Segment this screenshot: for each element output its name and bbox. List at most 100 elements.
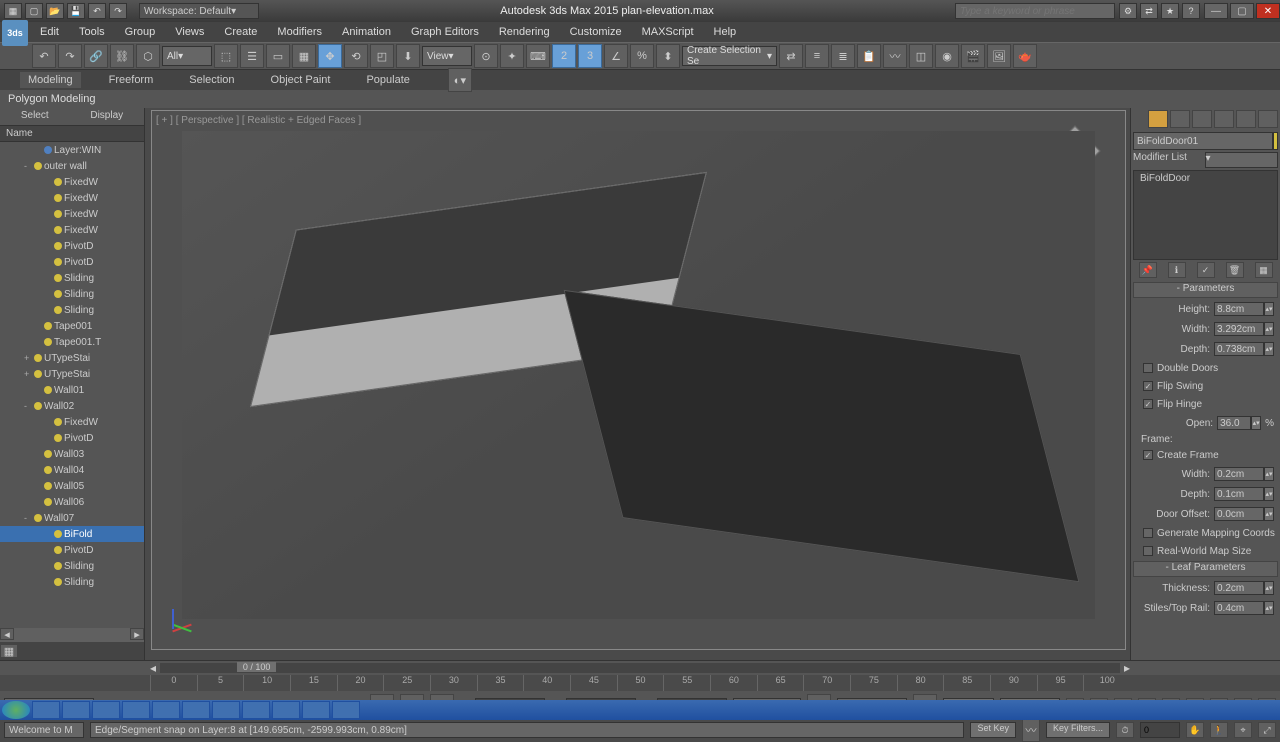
rollout-leaf-params[interactable]: - Leaf Parameters bbox=[1133, 561, 1278, 577]
tree-item[interactable]: Sliding bbox=[0, 574, 144, 590]
exchange-icon[interactable]: ⇄ bbox=[1140, 3, 1158, 19]
tree-item[interactable]: BiFold bbox=[0, 526, 144, 542]
menu-rendering[interactable]: Rendering bbox=[489, 26, 560, 38]
panel-tab-hierarchy[interactable] bbox=[1192, 110, 1212, 128]
explorer-tab-display[interactable]: Display bbox=[82, 108, 131, 125]
walk-button[interactable]: 🚶 bbox=[1210, 722, 1228, 738]
tree-item[interactable]: Layer:WIN bbox=[0, 142, 144, 158]
select-name-button[interactable]: ☰ bbox=[240, 44, 264, 68]
undo-icon[interactable]: ↶ bbox=[88, 3, 106, 19]
key-filters-button[interactable]: Key Filters... bbox=[1046, 722, 1110, 738]
selection-filter[interactable]: All ▾ bbox=[162, 46, 212, 66]
ribbon-tab-freeform[interactable]: Freeform bbox=[101, 72, 162, 88]
taskbar-icon[interactable] bbox=[332, 701, 360, 719]
gen-map-checkbox[interactable] bbox=[1143, 528, 1153, 538]
spinner-snap-button[interactable]: ⬍ bbox=[656, 44, 680, 68]
thickness-input[interactable] bbox=[1214, 581, 1264, 595]
menu-modifiers[interactable]: Modifiers bbox=[267, 26, 332, 38]
layers-button[interactable]: ≣ bbox=[831, 44, 855, 68]
tree-item[interactable]: +UTypeStai bbox=[0, 350, 144, 366]
percent-snap-button[interactable]: % bbox=[630, 44, 654, 68]
modifier-stack[interactable]: BiFoldDoor bbox=[1133, 170, 1278, 260]
tree-item[interactable]: FixedW bbox=[0, 174, 144, 190]
application-button[interactable]: 3ds bbox=[2, 20, 28, 46]
select-button[interactable]: ⬚ bbox=[214, 44, 238, 68]
modifier-list-dropdown[interactable]: ▾ bbox=[1205, 152, 1279, 168]
schematic-button[interactable]: ◫ bbox=[909, 44, 933, 68]
flip-hinge-checkbox[interactable]: ✓ bbox=[1143, 399, 1153, 409]
create-frame-checkbox[interactable]: ✓ bbox=[1143, 450, 1153, 460]
rotate-button[interactable]: ⟲ bbox=[344, 44, 368, 68]
redo-icon[interactable]: ↷ bbox=[109, 3, 127, 19]
set-key-button[interactable]: Set Key bbox=[970, 722, 1016, 738]
signin-icon[interactable]: ⚙ bbox=[1119, 3, 1137, 19]
new-icon[interactable]: ▢ bbox=[25, 3, 43, 19]
depth-input[interactable] bbox=[1214, 342, 1264, 356]
door-offset-spinner[interactable]: ▴▾ bbox=[1264, 507, 1274, 521]
snap-3d-button[interactable]: 3 bbox=[578, 44, 602, 68]
tree-item[interactable]: PivotD bbox=[0, 430, 144, 446]
ribbon-tab-modeling[interactable]: Modeling bbox=[20, 72, 81, 88]
open-icon[interactable]: 📂 bbox=[46, 3, 64, 19]
named-sel-set[interactable]: Create Selection Se ▾ bbox=[682, 46, 777, 66]
minimize-button[interactable]: — bbox=[1204, 3, 1228, 19]
render-setup-button[interactable]: 🎬 bbox=[961, 44, 985, 68]
show-end-button[interactable]: ℹ bbox=[1168, 262, 1186, 278]
taskbar-icon[interactable] bbox=[122, 701, 150, 719]
current-frame-input[interactable] bbox=[1140, 722, 1180, 738]
tree-item[interactable]: +UTypeStai bbox=[0, 366, 144, 382]
tree-item[interactable]: -Wall07 bbox=[0, 510, 144, 526]
close-button[interactable]: ✕ bbox=[1256, 3, 1280, 19]
flip-swing-checkbox[interactable]: ✓ bbox=[1143, 381, 1153, 391]
tree-item[interactable]: Tape001.T bbox=[0, 334, 144, 350]
menu-create[interactable]: Create bbox=[214, 26, 267, 38]
tree-item[interactable]: Sliding bbox=[0, 558, 144, 574]
scene-explorer-button[interactable]: 📋 bbox=[857, 44, 881, 68]
width-spinner[interactable]: ▴▾ bbox=[1264, 322, 1274, 336]
window-crossing-button[interactable]: ▦ bbox=[292, 44, 316, 68]
favorite-icon[interactable]: ★ bbox=[1161, 3, 1179, 19]
maxscript-prompt[interactable]: Welcome to M bbox=[4, 722, 84, 738]
app-menu-icon[interactable]: ▦ bbox=[4, 3, 22, 19]
panel-tab-motion[interactable] bbox=[1214, 110, 1234, 128]
unique-button[interactable]: ✓ bbox=[1197, 262, 1215, 278]
menu-views[interactable]: Views bbox=[165, 26, 214, 38]
panel-tab-modify[interactable] bbox=[1170, 110, 1190, 128]
tree-item[interactable]: FixedW bbox=[0, 206, 144, 222]
workspace-selector[interactable]: Workspace: Default ▾ bbox=[139, 3, 259, 19]
tree-item[interactable]: PivotD bbox=[0, 542, 144, 558]
start-button[interactable] bbox=[2, 701, 30, 719]
scene-tree[interactable]: Layer:WIN-outer wallFixedWFixedWFixedWFi… bbox=[0, 142, 144, 628]
key-mode-button[interactable]: 〰 bbox=[1022, 718, 1040, 742]
tree-item[interactable]: -Wall02 bbox=[0, 398, 144, 414]
time-slider[interactable]: ◂ 0 / 100 ▸ bbox=[0, 661, 1280, 675]
save-icon[interactable]: 💾 bbox=[67, 3, 85, 19]
fov-button[interactable]: ⌖ bbox=[1234, 722, 1252, 738]
material-editor-button[interactable]: ◉ bbox=[935, 44, 959, 68]
taskbar-icon[interactable] bbox=[212, 701, 240, 719]
tree-item[interactable]: Sliding bbox=[0, 286, 144, 302]
render-frame-button[interactable]: 🖼 bbox=[987, 44, 1011, 68]
manipulate-button[interactable]: ✦ bbox=[500, 44, 524, 68]
ribbon-tab-populate[interactable]: Populate bbox=[358, 72, 417, 88]
tree-item[interactable]: Wall04 bbox=[0, 462, 144, 478]
taskbar-icon[interactable] bbox=[302, 701, 330, 719]
frame-width-spinner[interactable]: ▴▾ bbox=[1264, 467, 1274, 481]
ref-coord-system[interactable]: View ▾ bbox=[422, 46, 472, 66]
taskbar-icon[interactable] bbox=[32, 701, 60, 719]
tree-item[interactable]: Wall06 bbox=[0, 494, 144, 510]
tree-item[interactable]: FixedW bbox=[0, 222, 144, 238]
viewport-perspective[interactable]: [ + ] [ Perspective ] [ Realistic + Edge… bbox=[151, 110, 1126, 650]
stiles-input[interactable] bbox=[1214, 601, 1264, 615]
tree-item[interactable]: Wall03 bbox=[0, 446, 144, 462]
move-button[interactable]: ✥ bbox=[318, 44, 342, 68]
double-doors-checkbox[interactable] bbox=[1143, 363, 1153, 373]
taskbar-icon[interactable] bbox=[92, 701, 120, 719]
min-max-button[interactable]: ⤢ bbox=[1258, 722, 1276, 738]
viewport-label[interactable]: [ + ] [ Perspective ] [ Realistic + Edge… bbox=[156, 115, 361, 126]
menu-group[interactable]: Group bbox=[115, 26, 166, 38]
tree-item[interactable]: PivotD bbox=[0, 238, 144, 254]
placement-button[interactable]: ⬇ bbox=[396, 44, 420, 68]
height-input[interactable] bbox=[1214, 302, 1264, 316]
ribbon-panel-label[interactable]: Polygon Modeling bbox=[0, 90, 1280, 108]
